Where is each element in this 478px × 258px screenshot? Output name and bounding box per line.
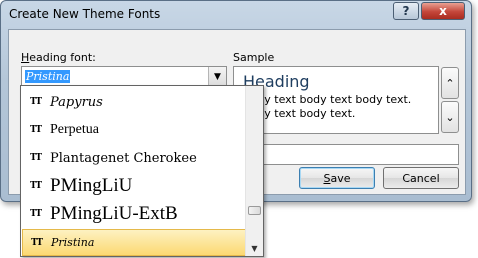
chevron-down-icon[interactable]: ▼ xyxy=(208,67,226,86)
help-button[interactable]: ? xyxy=(393,2,419,20)
heading-font-value[interactable]: Pristina xyxy=(25,70,71,83)
save-button[interactable]: Save xyxy=(299,167,375,189)
font-item-label: Pristina xyxy=(51,236,95,249)
font-item-perpetua[interactable]: TT Perpetua xyxy=(22,116,248,144)
font-item-label: PMingLiU xyxy=(50,175,133,196)
truetype-icon: TT xyxy=(30,153,42,163)
truetype-icon: TT xyxy=(31,237,43,248)
chevron-up-icon: ⌃ xyxy=(445,76,455,90)
truetype-icon: TT xyxy=(30,209,42,219)
truetype-icon: TT xyxy=(30,125,42,135)
truetype-icon: TT xyxy=(30,97,42,107)
scrollbar-thumb[interactable] xyxy=(248,206,261,215)
font-item-pmingliu[interactable]: TT PMingLiU xyxy=(22,172,248,200)
font-item-label: Papyrus xyxy=(50,94,103,110)
font-item-plantagenet-cherokee[interactable]: TT Plantagenet Cherokee xyxy=(22,144,248,172)
sample-scroll-down-button[interactable]: ⌄ xyxy=(441,101,459,133)
font-item-papyrus[interactable]: TT Papyrus xyxy=(22,88,248,116)
title-bar: Create New Theme Fonts ? x xyxy=(1,1,471,29)
close-button[interactable]: x xyxy=(421,2,465,20)
font-item-label: Plantagenet Cherokee xyxy=(50,150,197,166)
heading-font-combobox[interactable]: Pristina ▼ xyxy=(21,66,227,87)
sample-body-text: Body text body text body text. Body text… xyxy=(243,93,412,120)
dialog-title: Create New Theme Fonts xyxy=(9,7,161,21)
font-item-label: Perpetua xyxy=(50,122,99,137)
truetype-icon: TT xyxy=(30,181,42,191)
chevron-down-icon: ⌄ xyxy=(445,110,455,124)
font-dropdown-list[interactable]: TT Papyrus TT Perpetua TT Plantagenet Ch… xyxy=(20,85,264,257)
sample-label: Sample xyxy=(233,51,275,64)
body-font-combobox[interactable] xyxy=(233,144,459,165)
font-item-pristina[interactable]: TT Pristina xyxy=(22,229,248,256)
heading-font-label: Heading font: xyxy=(21,51,96,64)
font-item-label: PMingLiU-ExtB xyxy=(50,203,178,224)
sample-scroll-up-button[interactable]: ⌃ xyxy=(441,67,459,99)
scroll-down-icon[interactable]: ▼ xyxy=(246,241,263,255)
dropdown-scrollbar[interactable]: ▼ xyxy=(245,86,263,256)
font-item-pmingliu-extb[interactable]: TT PMingLiU-ExtB xyxy=(22,200,248,228)
cancel-button[interactable]: Cancel xyxy=(383,167,459,189)
